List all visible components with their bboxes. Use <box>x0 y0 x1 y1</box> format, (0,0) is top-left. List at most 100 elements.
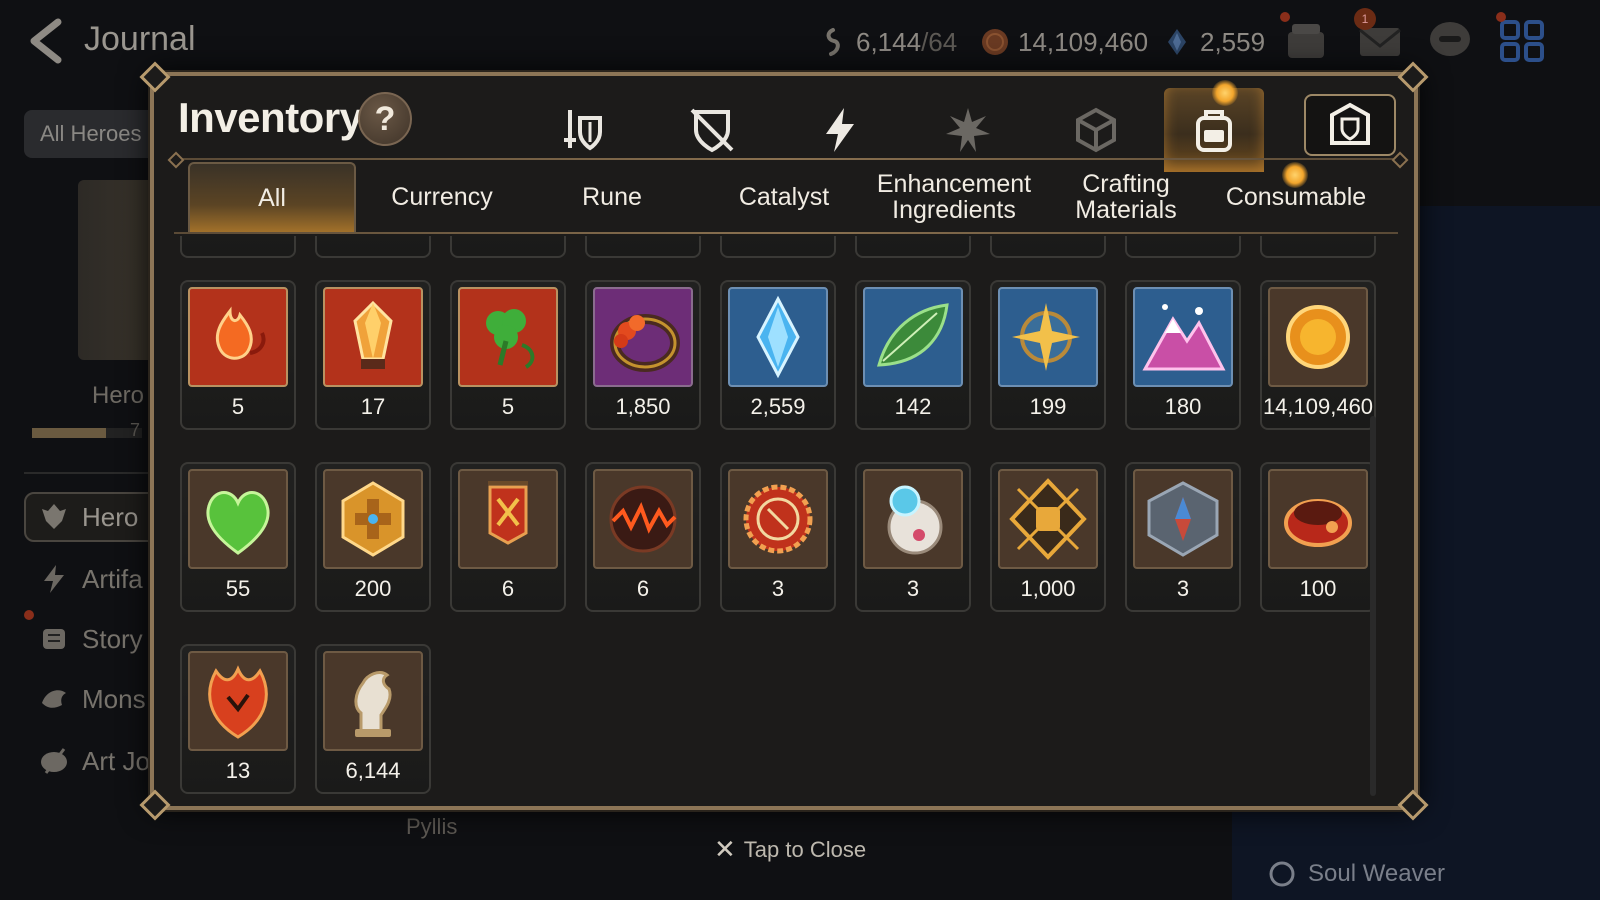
back-arrow-icon[interactable] <box>22 16 68 66</box>
gift-box-icon[interactable] <box>1282 18 1330 64</box>
item-slot[interactable]: 6 <box>450 462 566 612</box>
item-count: 6,144 <box>345 758 401 783</box>
divider-ornament <box>1391 151 1409 169</box>
item-slot[interactable]: 5 <box>180 280 296 430</box>
item-slot[interactable]: 3 <box>855 462 971 612</box>
skystone-icon <box>756 295 800 379</box>
item-slot[interactable]: 142 <box>855 280 971 430</box>
item-count: 13 <box>225 758 251 783</box>
item-slot[interactable]: 14,109,460 <box>1260 280 1376 430</box>
item-slot-hidden[interactable] <box>990 236 1106 258</box>
item-slot[interactable]: 180 <box>1125 280 1241 430</box>
item-count: 200 <box>354 576 392 601</box>
soul-weaver-label: Soul Weaver <box>1268 860 1445 888</box>
item-icon-frame <box>458 469 558 569</box>
hero-filter-dropdown[interactable]: All Heroes <box>24 110 164 158</box>
item-slot[interactable]: 6,144 <box>315 644 431 794</box>
subtab-enhancement-ingredients[interactable]: Enhancement Ingredients <box>870 162 1038 232</box>
item-slot[interactable]: 200 <box>315 462 431 612</box>
subtab-all[interactable]: All <box>188 162 356 232</box>
item-count: 17 <box>360 394 386 419</box>
flower-ring-icon <box>610 314 680 372</box>
item-slot-hidden[interactable] <box>315 236 431 258</box>
soul-weaver-icon <box>1269 861 1295 887</box>
gold-count: 14,109,460 <box>1018 26 1149 57</box>
item-slot[interactable]: 1,850 <box>585 280 701 430</box>
item-icon-frame <box>863 287 963 387</box>
sidebar-item-art-journal[interactable]: Art Jo <box>38 736 150 786</box>
item-count: 3 <box>1176 576 1190 601</box>
item-slot-hidden[interactable] <box>585 236 701 258</box>
frame-corner <box>139 789 171 821</box>
item-icon-frame <box>1133 287 1233 387</box>
item-icon-frame <box>188 469 288 569</box>
header-divider <box>174 158 1398 160</box>
tab-vault[interactable] <box>1304 94 1396 156</box>
item-slot-hidden[interactable] <box>855 236 971 258</box>
sidebar-item-monster[interactable]: Mons <box>38 674 146 724</box>
item-count: 55 <box>225 576 251 601</box>
item-count: 5 <box>231 394 245 419</box>
item-slot[interactable]: 100 <box>1260 462 1376 612</box>
knight-piece-icon <box>354 671 392 737</box>
robot-pet-icon <box>887 485 943 555</box>
item-slot[interactable]: 17 <box>315 280 431 430</box>
tap-to-close-button[interactable]: ✕ Tap to Close <box>714 834 866 865</box>
red-band-icon <box>1284 499 1352 547</box>
inventory-grid: 5 17 5 1,850 2,559 142 199 180 14,109,46… <box>174 236 1402 796</box>
item-count: 6 <box>636 576 650 601</box>
heart-icon <box>206 491 270 555</box>
golden-emblem-icon <box>341 481 405 557</box>
item-slot[interactable]: 13 <box>180 644 296 794</box>
chat-icon[interactable] <box>1426 18 1474 64</box>
leaf-icon <box>876 303 949 367</box>
broken-shield-icon <box>690 108 734 153</box>
item-slot[interactable]: 1,000 <box>990 462 1106 612</box>
collection-progress-bar <box>32 428 142 438</box>
item-slot-hidden[interactable] <box>1125 236 1241 258</box>
item-icon-frame <box>728 287 828 387</box>
sidebar-item-label: Mons <box>82 683 146 714</box>
sidebar-item-hero[interactable]: Hero <box>24 492 164 542</box>
hero-label: Hero <box>92 382 145 409</box>
item-icon-frame <box>188 287 288 387</box>
sun-coin-icon <box>1286 305 1350 369</box>
item-count: 6 <box>501 576 515 601</box>
item-slot[interactable]: 199 <box>990 280 1106 430</box>
stone-compass-icon <box>1147 481 1219 557</box>
item-slot[interactable]: 2,559 <box>720 280 836 430</box>
item-slot-hidden[interactable] <box>1260 236 1376 258</box>
item-count: 5 <box>501 394 515 419</box>
item-slot[interactable]: 3 <box>720 462 836 612</box>
subtab-currency[interactable]: Currency <box>358 162 526 232</box>
item-slot-hidden[interactable] <box>720 236 836 258</box>
collection-progress-number: 7 <box>130 420 141 440</box>
clover-rune-icon <box>486 309 535 369</box>
sidebar-item-story[interactable]: Story <box>38 614 143 664</box>
item-slot-hidden[interactable] <box>180 236 296 258</box>
item-slot-hidden[interactable] <box>450 236 566 258</box>
mail-badge: 1 <box>1354 8 1376 30</box>
menu-grid-icon[interactable] <box>1498 18 1546 64</box>
help-button[interactable]: ? <box>358 92 412 146</box>
sidebar-item-label: Hero <box>82 501 139 532</box>
equipment-icon <box>564 110 602 151</box>
item-slot[interactable]: 5 <box>450 280 566 430</box>
sidebar-item-artifact[interactable]: Artifa <box>38 554 143 604</box>
item-icon-frame <box>323 469 423 569</box>
leifs-resource: 6,144 /64 <box>818 22 957 62</box>
item-icon-frame <box>593 469 693 569</box>
star-compass-icon <box>1012 303 1080 371</box>
inventory-scrollbar[interactable] <box>1370 416 1376 796</box>
subtab-rune[interactable]: Rune <box>528 162 696 232</box>
item-slot[interactable]: 3 <box>1125 462 1241 612</box>
gold-icon <box>982 29 1008 55</box>
art-journal-icon <box>41 748 67 774</box>
item-slot[interactable]: 6 <box>585 462 701 612</box>
item-slot[interactable]: 55 <box>180 462 296 612</box>
subtab-crafting-materials[interactable]: Crafting Materials <box>1042 162 1210 232</box>
subtab-catalyst[interactable]: Catalyst <box>700 162 868 232</box>
leifs-icon <box>826 28 840 56</box>
hero-icon <box>42 504 66 529</box>
vault-icon <box>1330 102 1370 145</box>
